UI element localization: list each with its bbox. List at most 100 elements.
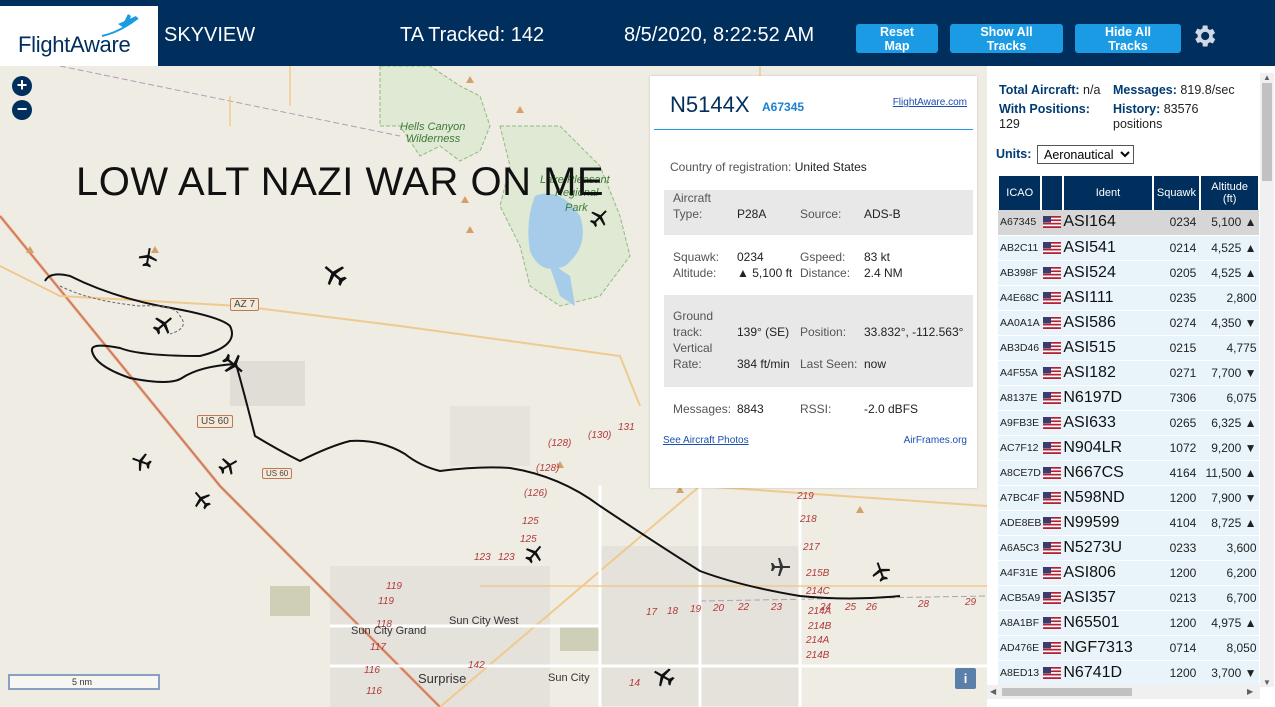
table-row[interactable]: AC7F12 N904LR 1072 9,200 ▼ <box>998 435 1259 461</box>
rssi-value: -2.0 dBFS <box>864 402 919 416</box>
row-altitude: 6,325 ▲ <box>1200 410 1259 436</box>
road-number: 217 <box>803 542 820 553</box>
table-row[interactable]: A8CE7D N667CS 4164 11,500 ▲ <box>998 460 1259 486</box>
row-icao: AA0A1A <box>998 310 1042 336</box>
horizontal-scrollbar[interactable]: ◀ ▶ <box>987 685 1260 699</box>
app-name: SKYVIEW <box>164 24 256 46</box>
show-all-tracks-button[interactable]: Show All Tracks <box>950 24 1063 53</box>
row-altitude: 8,050 <box>1200 635 1259 661</box>
vertical-rate-label-2: Rate: <box>673 357 702 371</box>
units-select[interactable]: Aeronautical <box>1037 145 1134 164</box>
last-seen-label: Last Seen: <box>800 357 858 371</box>
row-altitude: 4,525 ▲ <box>1200 260 1259 286</box>
flightaware-link[interactable]: FlightAware.com <box>893 97 967 108</box>
table-row[interactable]: A6A5C3 N5273U 0233 3,600 <box>998 535 1259 561</box>
aircraft-icon[interactable] <box>587 206 611 230</box>
aircraft-icon[interactable] <box>869 560 893 584</box>
table-row[interactable]: ADE8EB N99599 4104 8,725 ▲ <box>998 510 1259 536</box>
source-value: ADS-B <box>864 207 901 221</box>
table-row[interactable]: A8ED13 N6741D 1200 3,700 ▼ <box>998 660 1259 686</box>
aircraft-icon[interactable] <box>522 542 546 566</box>
row-icao: A9FB3E <box>998 410 1042 436</box>
road-number: 116 <box>366 686 382 697</box>
gear-icon[interactable] <box>1190 22 1218 50</box>
last-seen-value: now <box>864 357 887 371</box>
scrollbar-thumb[interactable] <box>1262 83 1272 181</box>
table-row[interactable]: A8137E N6197D 7306 6,075 <box>998 385 1259 411</box>
zoom-out-button[interactable]: − <box>12 100 32 120</box>
table-row[interactable]: A67345 ASI164 0234 5,100 ▲ <box>998 210 1259 236</box>
us-flag-icon <box>1041 460 1064 486</box>
row-ident: N5273U <box>1063 535 1153 561</box>
column-header-squawk[interactable]: Squawk <box>1151 176 1201 210</box>
table-row[interactable]: A4F31E ASI806 1200 6,200 <box>998 560 1259 586</box>
popup-icao[interactable]: A67345 <box>762 100 804 114</box>
zoom-in-button[interactable]: + <box>12 76 32 96</box>
hide-all-tracks-button[interactable]: Hide All Tracks <box>1075 24 1181 53</box>
map-label-hells-canyon: Hells Canyon <box>400 121 466 133</box>
history-positions: positions <box>1113 117 1163 131</box>
table-row[interactable]: AB3D46 ASI515 0215 4,775 <box>998 335 1259 361</box>
row-altitude: 6,700 <box>1200 585 1259 611</box>
table-row[interactable]: A9FB3E ASI633 0265 6,325 ▲ <box>998 410 1259 436</box>
table-row[interactable]: AD476E NGF7313 0714 8,050 <box>998 635 1259 661</box>
airframes-link[interactable]: AirFrames.org <box>904 435 967 446</box>
info-icon[interactable]: i <box>955 668 976 689</box>
column-header-icao[interactable]: ICAO <box>997 176 1042 210</box>
table-row[interactable]: ACB5A9 ASI357 0213 6,700 <box>998 585 1259 611</box>
scrollbar-thumb[interactable] <box>1002 688 1132 696</box>
row-icao: AB2C11 <box>998 235 1042 261</box>
column-header-ident[interactable]: Ident <box>1062 176 1154 210</box>
road-number: 19 <box>690 604 702 615</box>
table-row[interactable]: AB398F ASI524 0205 4,525 ▲ <box>998 260 1259 286</box>
map-label-sun-city-west: Sun City West <box>449 615 519 627</box>
row-squawk: 0265 <box>1152 410 1201 436</box>
aircraft-icon[interactable] <box>651 664 677 690</box>
map-view[interactable]: + − Hells Canyon Wilderness Lake Pleasan… <box>0 66 987 707</box>
route-shield-us60-small: US 60 <box>262 468 293 479</box>
road-number: 18 <box>667 606 679 617</box>
us-flag-icon <box>1041 560 1064 586</box>
vertical-scrollbar[interactable]: ▲ ▼ <box>1260 73 1274 687</box>
us-flag-icon <box>1041 635 1064 661</box>
reset-map-button[interactable]: Reset Map <box>856 24 938 53</box>
column-header-flag[interactable] <box>1040 176 1064 210</box>
column-header-altitude[interactable]: Altitude (ft) <box>1199 176 1259 210</box>
table-row[interactable]: AA0A1A ASI586 0274 4,350 ▼ <box>998 310 1259 336</box>
route-shield-us60: US 60 <box>197 415 233 428</box>
road-number: 219 <box>797 491 814 502</box>
row-squawk: 1200 <box>1152 485 1201 511</box>
aircraft-type-label: Aircraft <box>673 191 712 205</box>
road-number: 116 <box>364 665 380 676</box>
aircraft-icon[interactable] <box>320 260 350 290</box>
messages-rate: Messages: 819.8/sec <box>1113 83 1235 97</box>
row-ident: ASI524 <box>1063 260 1153 286</box>
row-icao: ACB5A9 <box>998 585 1042 611</box>
scale-label: 5 nm <box>72 677 93 687</box>
row-squawk: 0205 <box>1152 260 1201 286</box>
aircraft-icon[interactable] <box>136 246 160 270</box>
aircraft-icon[interactable] <box>216 454 240 478</box>
row-squawk: 0233 <box>1152 535 1201 561</box>
us-flag-icon <box>1041 660 1064 686</box>
app-header: FlightAware SKYVIEW TA Tracked: 142 8/5/… <box>0 0 1275 66</box>
track-box: Ground track: 139° (SE) Position: 33.832… <box>664 295 973 387</box>
us-flag-icon <box>1041 410 1064 436</box>
table-row[interactable]: A8A1BF N65501 1200 4,975 ▲ <box>998 610 1259 636</box>
flightaware-logo[interactable]: FlightAware <box>0 6 158 66</box>
aircraft-icon[interactable] <box>130 450 154 474</box>
row-altitude: 5,100 ▲ <box>1200 210 1259 236</box>
aircraft-icon[interactable] <box>150 312 176 338</box>
row-squawk: 1072 <box>1152 435 1201 461</box>
see-aircraft-photos-link[interactable]: See Aircraft Photos <box>663 435 749 446</box>
table-row[interactable]: AB2C11 ASI541 0214 4,525 ▲ <box>998 235 1259 261</box>
row-ident: ASI182 <box>1063 360 1153 386</box>
aircraft-icon[interactable] <box>219 350 247 378</box>
aircraft-icon[interactable] <box>190 488 214 512</box>
aircraft-icon[interactable] <box>768 555 792 579</box>
table-row[interactable]: A4F55A ASI182 0271 7,700 ▼ <box>998 360 1259 386</box>
table-row[interactable]: A7BC4F N598ND 1200 7,900 ▼ <box>998 485 1259 511</box>
table-row[interactable]: A4E68C ASI111 0235 2,800 <box>998 285 1259 311</box>
us-flag-icon <box>1041 585 1064 611</box>
tracked-count: TA Tracked: 142 <box>400 24 545 46</box>
